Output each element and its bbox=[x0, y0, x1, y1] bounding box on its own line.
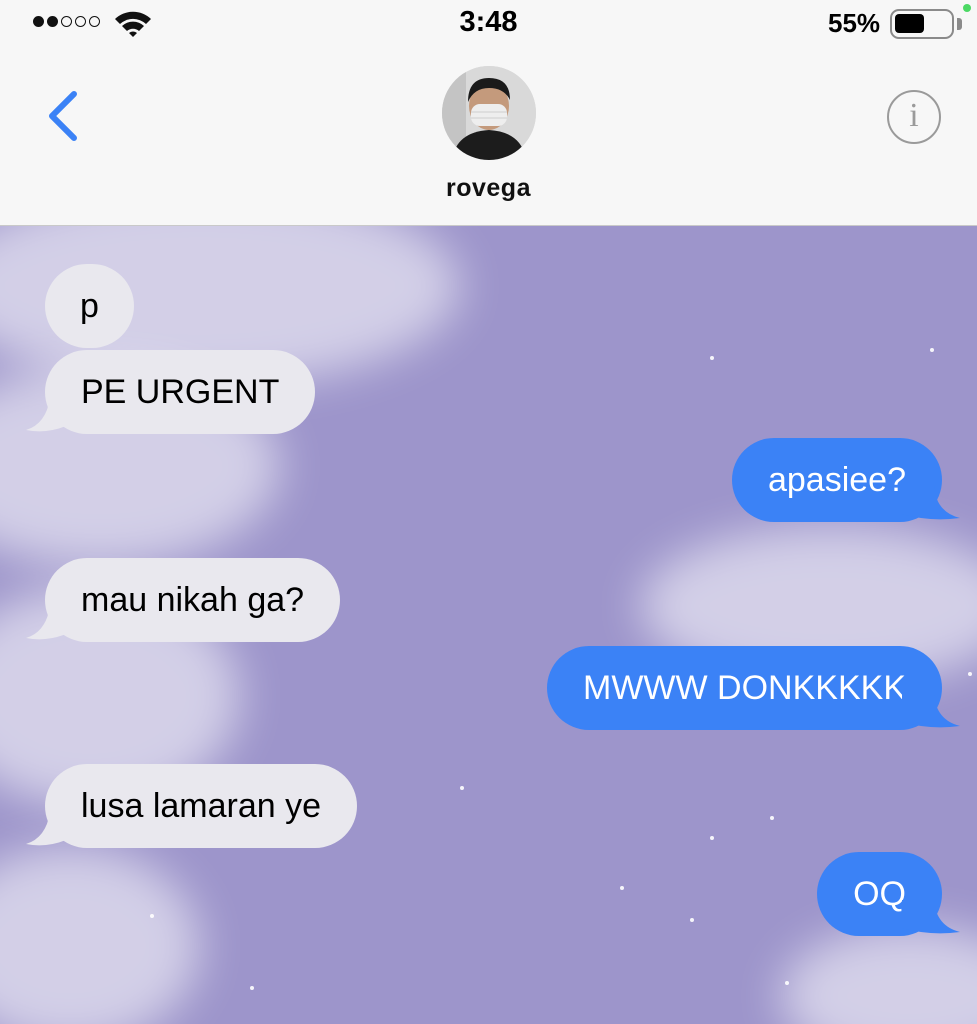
star-decoration bbox=[710, 836, 714, 840]
star-decoration bbox=[460, 786, 464, 790]
conversation-header: rovega i bbox=[0, 50, 977, 226]
star-decoration bbox=[620, 886, 624, 890]
outgoing-bubble-tail bbox=[902, 900, 960, 934]
star-decoration bbox=[968, 672, 972, 676]
incoming-bubble-tail bbox=[26, 812, 66, 846]
cloud-decoration bbox=[0, 846, 200, 1024]
star-decoration bbox=[150, 914, 154, 918]
incoming-message-bubble[interactable]: p bbox=[45, 264, 134, 348]
incoming-bubble-tail bbox=[26, 398, 66, 432]
incoming-message-bubble[interactable]: PE URGENT bbox=[45, 350, 316, 434]
incoming-message-bubble[interactable]: lusa lamaran ye bbox=[45, 764, 358, 848]
star-decoration bbox=[930, 348, 934, 352]
outgoing-message-bubble[interactable]: MWWW DONKKKKK bbox=[547, 646, 942, 730]
star-decoration bbox=[710, 356, 714, 360]
avatar[interactable] bbox=[442, 66, 536, 160]
star-decoration bbox=[785, 981, 789, 985]
battery-level-fill bbox=[895, 14, 924, 33]
battery-cap bbox=[957, 18, 962, 30]
contact-name[interactable]: rovega bbox=[0, 174, 977, 203]
star-decoration bbox=[770, 816, 774, 820]
battery-icon bbox=[890, 9, 954, 39]
star-decoration bbox=[250, 986, 254, 990]
chevron-left-icon[interactable] bbox=[44, 88, 84, 144]
incoming-bubble-tail bbox=[26, 606, 66, 640]
avatar-photo bbox=[442, 66, 536, 160]
info-icon[interactable]: i bbox=[887, 90, 941, 144]
star-decoration bbox=[690, 918, 694, 922]
message-list[interactable]: p PE URGENT apasiee? mau nikah ga? MWWW … bbox=[0, 226, 977, 1024]
battery-percentage: 55% bbox=[828, 8, 881, 38]
incoming-message-bubble[interactable]: mau nikah ga? bbox=[45, 558, 341, 642]
status-bar: 3:48 55% bbox=[0, 0, 977, 50]
outgoing-bubble-tail bbox=[902, 486, 960, 520]
privacy-indicator-dot bbox=[963, 4, 971, 12]
outgoing-bubble-tail bbox=[902, 694, 960, 728]
cloud-decoration bbox=[780, 926, 977, 1024]
